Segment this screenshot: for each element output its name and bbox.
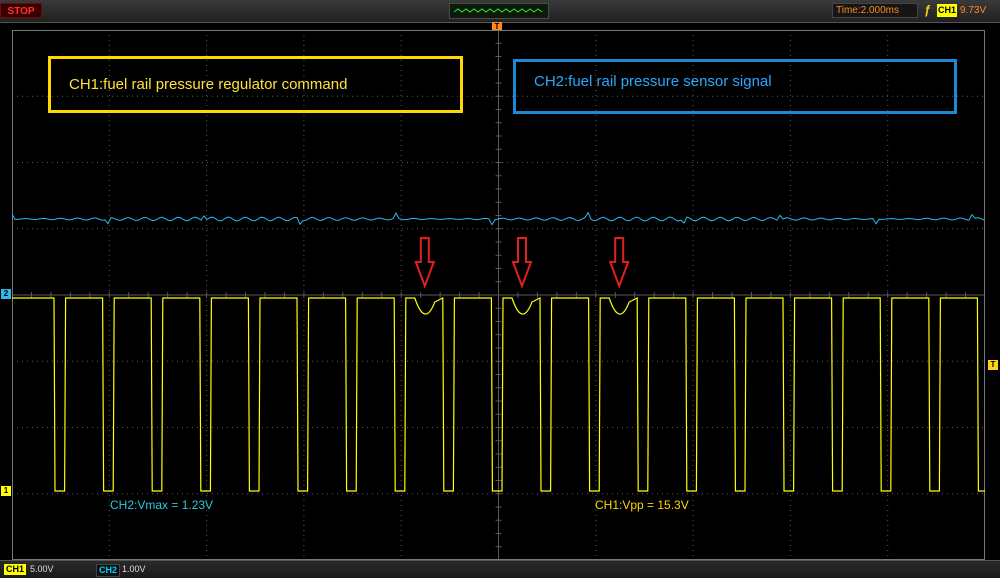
scope-screen: CH1:fuel rail pressure regulator command… xyxy=(12,30,985,560)
trigger-level-marker[interactable]: T xyxy=(988,360,998,370)
trigger-level-readout[interactable]: 9.73V xyxy=(960,3,998,18)
rising-edge-icon[interactable]: ƒ xyxy=(924,3,936,18)
timebase-readout[interactable]: Time:2.000ms xyxy=(832,3,918,18)
ch2-channel-tag[interactable]: CH2 xyxy=(96,564,121,577)
overview-wave-icon xyxy=(453,8,543,13)
ch1-vpp-measurement: CH1:Vpp = 15.3V xyxy=(595,498,689,512)
ch2-level-marker[interactable]: 2 xyxy=(1,289,11,299)
ch2-vmax-measurement: CH2:Vmax = 1.23V xyxy=(110,498,214,512)
ch1-level-marker[interactable]: 1 xyxy=(1,486,11,496)
ch2-scale[interactable]: 1.00V xyxy=(122,564,146,575)
status-bar: CH1 5.00V CH2 1.00V xyxy=(0,560,1000,578)
run-stop-button[interactable]: STOP xyxy=(0,3,42,18)
waveform-overview[interactable] xyxy=(449,3,549,19)
down-arrow-icon xyxy=(608,237,630,289)
down-arrow-icon xyxy=(511,237,533,289)
top-toolbar: STOP Time:2.000ms ƒ CH1 9.73V xyxy=(0,0,1000,23)
down-arrow-icon xyxy=(414,237,436,289)
ch2-description-box: CH2:fuel rail pressure sensor signal xyxy=(513,59,957,114)
ch1-description-box: CH1:fuel rail pressure regulator command xyxy=(48,56,463,113)
ch1-channel-tag[interactable]: CH1 xyxy=(4,564,27,575)
trigger-source-badge[interactable]: CH1 xyxy=(937,4,957,17)
ch1-scale[interactable]: 5.00V xyxy=(30,564,54,575)
